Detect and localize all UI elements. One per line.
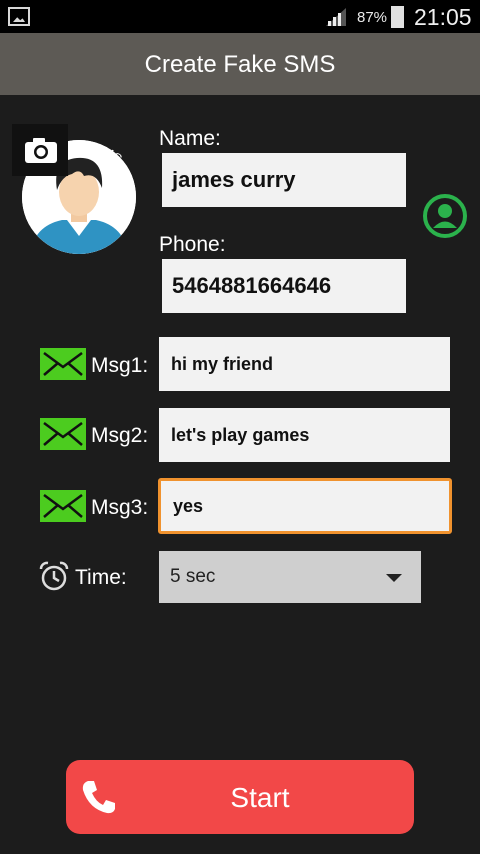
msg2-label: Msg2: xyxy=(91,424,149,447)
name-value: james curry xyxy=(172,167,296,192)
gallery-icon xyxy=(8,7,30,26)
msg1-field[interactable]: hi my friend xyxy=(159,337,450,391)
clock-time: 21:05 xyxy=(414,4,472,30)
battery-percent: 87% xyxy=(357,9,388,26)
phone-value: 5464881664646 xyxy=(172,273,332,298)
phone-field[interactable]: 5464881664646 xyxy=(162,259,406,313)
status-bar: 87% 21:05 xyxy=(0,0,480,33)
msg2-value: let's play games xyxy=(171,424,310,445)
msg1-label: Msg1: xyxy=(91,354,149,377)
app-title: Create Fake SMS xyxy=(144,51,336,78)
message-icon xyxy=(40,418,86,450)
camera-icon xyxy=(25,138,57,163)
time-select[interactable]: 5 sec xyxy=(159,551,421,603)
msg3-value: yes xyxy=(173,495,204,516)
message-icon xyxy=(40,348,86,380)
signal-icon xyxy=(326,8,346,26)
camera-button[interactable] xyxy=(12,124,68,176)
dropdown-arrow-icon xyxy=(386,574,402,582)
alarm-clock-icon xyxy=(39,561,69,591)
name-field[interactable]: james curry xyxy=(162,153,406,207)
msg1-value: hi my friend xyxy=(171,353,274,374)
msg3-label: Msg3: xyxy=(91,496,149,519)
start-button[interactable]: Start xyxy=(66,760,414,834)
contact-icon[interactable] xyxy=(422,193,468,239)
svg-text:all & SMS: all & SMS xyxy=(61,140,126,167)
msg2-field[interactable]: let's play games xyxy=(159,408,450,462)
name-label: Name: xyxy=(159,127,221,150)
time-value: 5 sec xyxy=(170,566,216,587)
time-label: Time: xyxy=(75,566,127,589)
avatar[interactable]: all & SMS xyxy=(12,124,152,254)
app-bar: Create Fake SMS xyxy=(0,33,480,95)
msg3-field[interactable]: yes xyxy=(158,478,452,534)
battery-icon xyxy=(391,6,404,28)
message-icon xyxy=(40,490,86,522)
phone-label: Phone: xyxy=(159,233,226,256)
start-label: Start xyxy=(230,782,290,813)
